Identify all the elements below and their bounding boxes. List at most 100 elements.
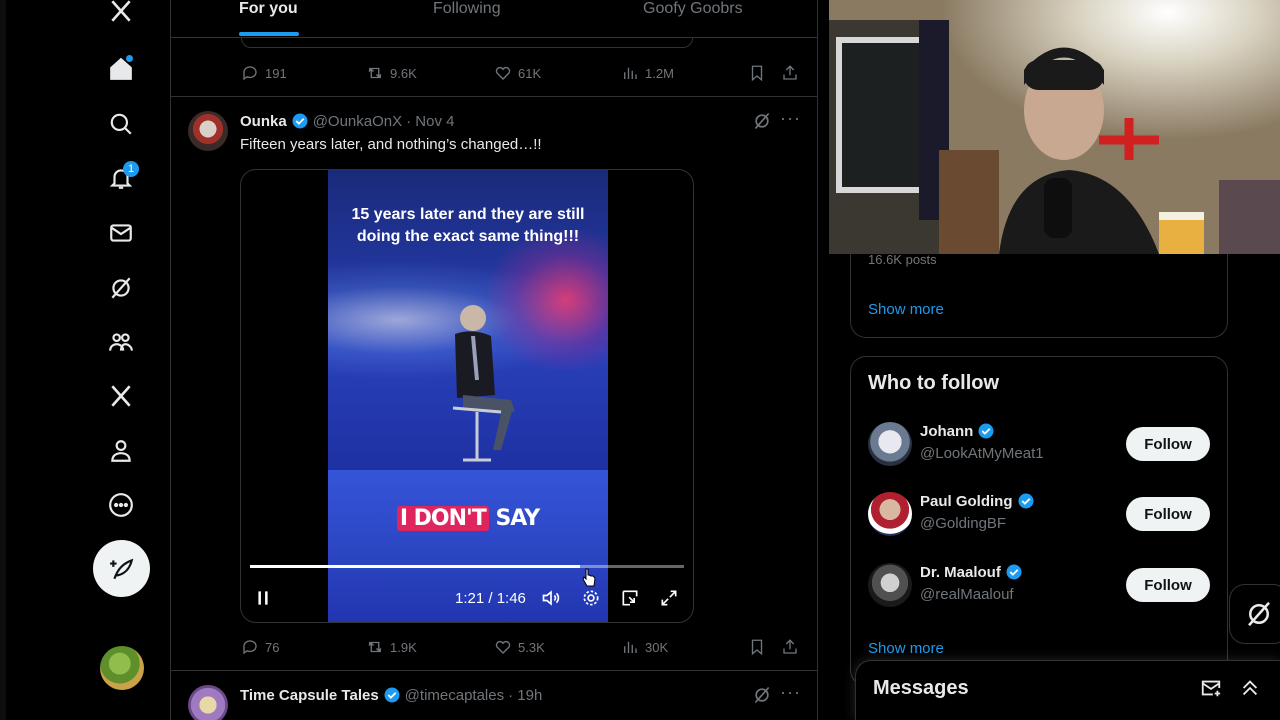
user-name[interactable]: Dr. Maalouf	[920, 563, 1023, 581]
envelope-plus-svg	[1201, 680, 1221, 697]
bookmark-button[interactable]	[748, 64, 766, 82]
pip-icon	[622, 590, 638, 606]
user-handle[interactable]: @LookAtMyMeat1	[920, 445, 1044, 462]
people-svg	[109, 333, 133, 351]
share-button[interactable]	[781, 638, 799, 656]
fullscreen-button[interactable]	[659, 586, 679, 610]
communities-icon[interactable]	[100, 321, 142, 363]
author-name[interactable]: Ounka	[240, 113, 287, 130]
reply-button[interactable]: 191	[241, 64, 287, 82]
user-name[interactable]: Paul Golding	[920, 492, 1035, 510]
user-name-text: Paul Golding	[920, 492, 1013, 510]
verified-badge-icon	[1018, 493, 1033, 509]
user-handle[interactable]: @realMaalouf	[920, 586, 1014, 603]
user-avatar[interactable]	[868, 422, 912, 466]
heart-icon	[495, 640, 511, 654]
views-count: 1.2M	[645, 65, 674, 81]
webcam-overlay	[829, 0, 1280, 254]
reply-icon	[243, 66, 257, 81]
next-tweet-header: Time Capsule Tales @timecaptales · 19h	[240, 686, 542, 704]
volume-button[interactable]	[541, 586, 561, 610]
bookmark-icon	[751, 639, 763, 656]
video-time: 1:21 / 1:46	[455, 586, 526, 610]
user-avatar[interactable]	[868, 492, 912, 536]
new-message-icon[interactable]	[1200, 677, 1224, 701]
follow-button[interactable]: Follow	[1126, 427, 1210, 461]
video-progress-fill	[250, 565, 580, 568]
previous-tweet-actions: 191 9.6K 61K 1.2M	[241, 62, 801, 84]
user-avatar[interactable]	[868, 563, 912, 607]
grok-explain-icon[interactable]	[752, 685, 772, 705]
repost-icon	[368, 641, 382, 653]
expand-messages-icon[interactable]	[1239, 677, 1263, 701]
repost-button[interactable]: 1.9K	[366, 638, 417, 656]
caption-highlight: I DON'T	[396, 506, 489, 531]
views-button[interactable]: 1.2M	[621, 64, 674, 82]
x-logo-icon[interactable]	[100, 0, 142, 32]
user-handle[interactable]: @GoldingBF	[920, 515, 1006, 532]
follow-suggestion[interactable]: Dr. Maalouf @realMaalouf Follow	[868, 561, 1212, 609]
profile-icon[interactable]	[100, 430, 142, 472]
follow-suggestion[interactable]: Paul Golding @GoldingBF Follow	[868, 490, 1212, 538]
ounka-avatar[interactable]	[188, 111, 228, 151]
bookmark-button[interactable]	[748, 638, 766, 656]
follow-button[interactable]: Follow	[1126, 568, 1210, 602]
notifications-icon[interactable]: 1	[100, 157, 142, 199]
trends-show-more-link[interactable]: Show more	[868, 301, 944, 318]
share-button[interactable]	[781, 64, 799, 82]
tweet-actions: 76 1.9K 5.3K 30K	[241, 636, 801, 658]
window-edge	[0, 0, 6, 720]
next-author-name[interactable]: Time Capsule Tales	[240, 687, 379, 704]
share-icon	[783, 639, 797, 654]
user-name-text: Dr. Maalouf	[920, 563, 1001, 581]
pause-button[interactable]	[253, 586, 273, 610]
compose-post-button[interactable]	[93, 540, 150, 597]
more-options-icon[interactable]: ···	[780, 108, 801, 129]
author-handle[interactable]: @OunkaOnX	[313, 113, 402, 130]
views-button[interactable]: 30K	[621, 638, 668, 656]
tweet-date[interactable]: · Nov 4	[406, 113, 454, 130]
like-button[interactable]: 61K	[494, 64, 541, 82]
tweet-text: Fifteen years later, and nothing’s chang…	[240, 136, 542, 153]
video-progress-bar[interactable]	[250, 565, 684, 568]
verified-badge-icon	[384, 687, 400, 703]
video-player[interactable]: 15 years later and they are still doing …	[240, 169, 694, 623]
premium-x-icon[interactable]	[100, 375, 142, 417]
follow-suggestion[interactable]: Johann @LookAtMyMeat1 Follow	[868, 420, 1212, 468]
analytics-icon	[624, 67, 637, 79]
tab-goofy-goobrs[interactable]: Goofy Goobrs	[643, 0, 743, 18]
account-avatar[interactable]	[100, 646, 144, 690]
gear-icon	[583, 590, 599, 606]
picture-in-picture-button[interactable]	[620, 586, 640, 610]
grok-icon[interactable]	[100, 267, 142, 309]
next-tweet-date[interactable]: · 19h	[508, 687, 542, 704]
person-svg	[111, 440, 131, 462]
follow-button[interactable]: Follow	[1126, 497, 1210, 531]
next-author-handle[interactable]: @timecaptales	[405, 687, 504, 704]
home-icon[interactable]	[100, 48, 142, 90]
messages-drawer[interactable]: Messages	[855, 660, 1280, 720]
caption-rest: SAY	[488, 506, 540, 531]
share-icon	[783, 65, 797, 80]
timecapsule-avatar[interactable]	[188, 685, 228, 720]
trend-post-count: 16.6K posts	[868, 252, 937, 267]
user-name[interactable]: Johann	[920, 422, 995, 440]
who-to-follow-show-more-link[interactable]: Show more	[868, 640, 944, 657]
messages-icon[interactable]	[100, 212, 142, 254]
video-caption-top: 15 years later and they are still doing …	[351, 206, 585, 245]
verified-badge-icon	[292, 113, 308, 129]
like-count: 61K	[518, 65, 542, 81]
tab-for-you[interactable]: For you	[239, 0, 298, 18]
tab-following[interactable]: Following	[433, 0, 501, 18]
like-button[interactable]: 5.3K	[494, 638, 545, 656]
double-chevron-up-svg	[1242, 680, 1258, 696]
user-name-text: Johann	[920, 422, 974, 440]
search-icon[interactable]	[100, 103, 142, 145]
more-options-icon[interactable]	[100, 484, 142, 526]
settings-button[interactable]	[581, 586, 601, 610]
more-options-icon[interactable]: ···	[780, 682, 801, 703]
grok-floating-button[interactable]	[1229, 584, 1280, 644]
repost-button[interactable]: 9.6K	[366, 64, 417, 82]
reply-button[interactable]: 76	[241, 638, 279, 656]
grok-explain-icon[interactable]	[752, 111, 772, 131]
